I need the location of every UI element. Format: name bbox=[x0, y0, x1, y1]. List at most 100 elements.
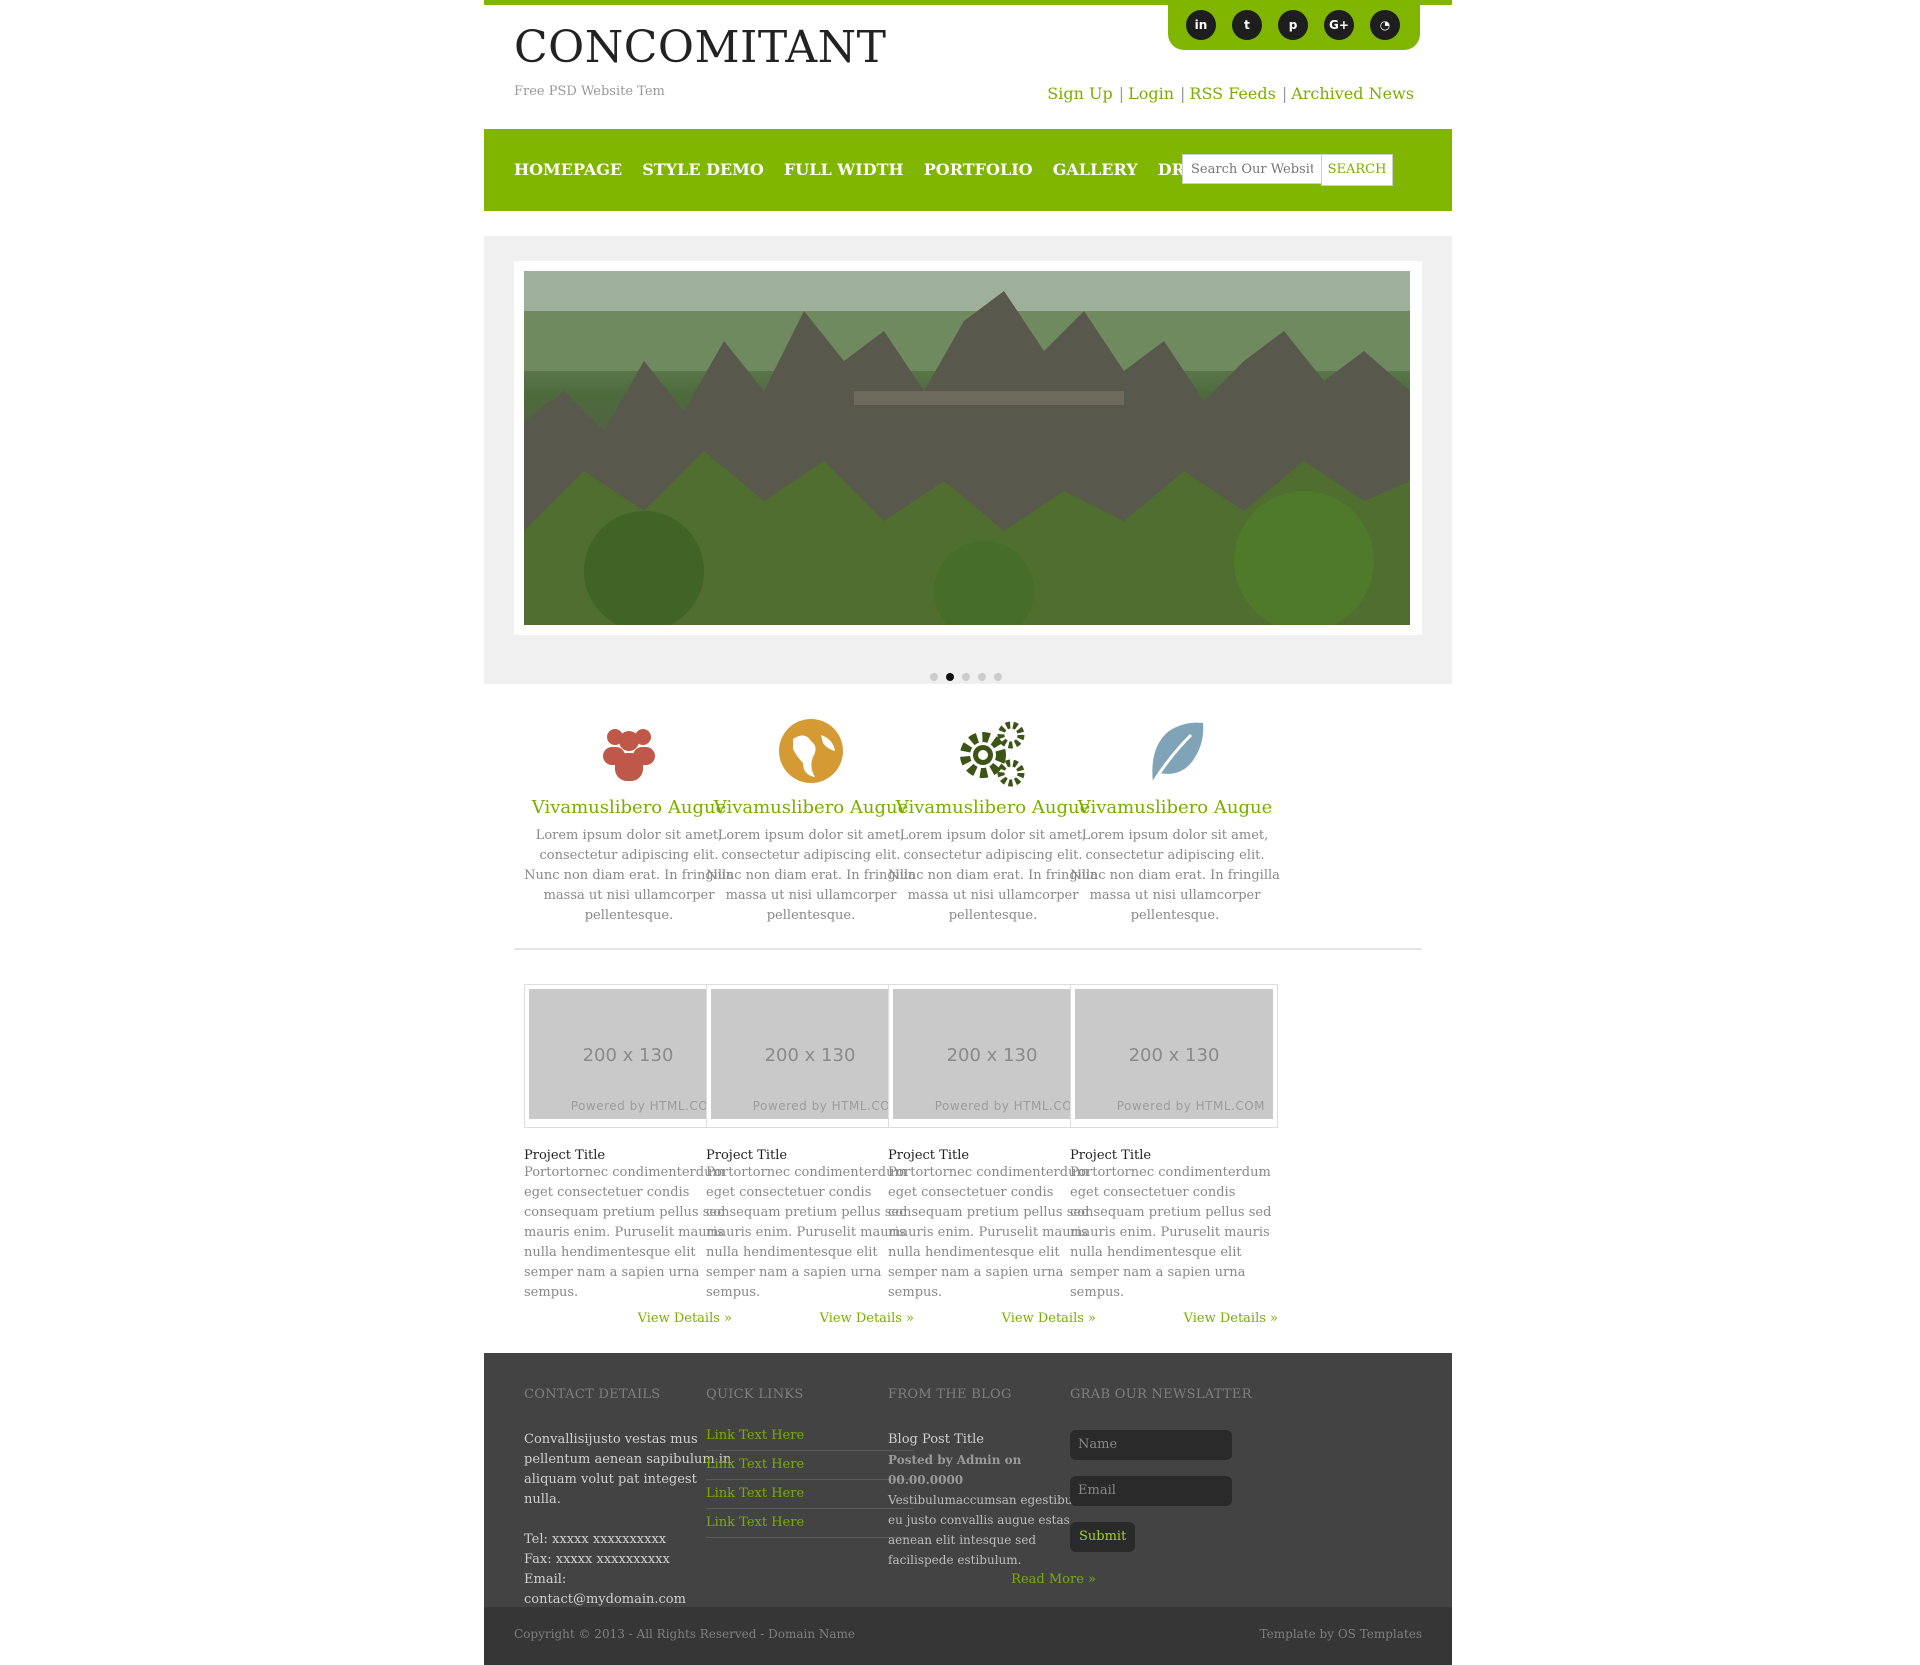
footer-heading: GRAB OUR NEWSLATTER bbox=[1070, 1387, 1252, 1402]
quick-link[interactable]: Link Text Here bbox=[706, 1422, 914, 1451]
feature-title: Vivamuslibero Augue bbox=[531, 797, 727, 818]
section-divider bbox=[514, 948, 1422, 950]
nav-item-gallery[interactable]: GALLERY bbox=[1053, 160, 1138, 179]
placeholder-credit: Powered by HTML.COM bbox=[934, 1099, 1083, 1113]
newsletter-name-input[interactable]: Name bbox=[1070, 1430, 1232, 1460]
placeholder-size: 200 x 130 bbox=[946, 1045, 1038, 1066]
feature-text: Lorem ipsum dolor sit amet, consectetur … bbox=[1070, 828, 1280, 923]
template-credit[interactable]: Template by OS Templates bbox=[1260, 1627, 1422, 1641]
placeholder-credit: Powered by HTML.COM bbox=[1116, 1099, 1265, 1113]
feature-item: Vivamuslibero Augue Lorem ipsum dolor si… bbox=[706, 717, 916, 926]
copyright-bar: Copyright © 2013 - All Rights Reserved -… bbox=[484, 1607, 1452, 1665]
slider-dot-active[interactable] bbox=[946, 673, 954, 681]
footer-quick-links: QUICK LINKS Link Text Here Link Text Her… bbox=[706, 1387, 914, 1538]
footer-heading: FROM THE BLOG bbox=[888, 1387, 1012, 1402]
twitter-icon[interactable]: t bbox=[1232, 10, 1262, 40]
slide-image bbox=[524, 271, 1410, 625]
slider-dot[interactable] bbox=[930, 673, 938, 681]
feature-text: Lorem ipsum dolor sit amet, consectetur … bbox=[706, 828, 916, 923]
linkedin-icon[interactable]: in bbox=[1186, 10, 1216, 40]
project-title: Project Title bbox=[706, 1148, 788, 1163]
project-text: Portortornec condimenterdum eget consect… bbox=[524, 1165, 726, 1300]
project-card: 200 x 130 Powered by HTML.COM Project Tit… bbox=[706, 984, 914, 1326]
placeholder-size: 200 x 130 bbox=[1128, 1045, 1220, 1066]
pinterest-icon[interactable]: p bbox=[1278, 10, 1308, 40]
nav-item-full-width[interactable]: FULL WIDTH bbox=[784, 160, 904, 179]
login-link[interactable]: Login bbox=[1128, 84, 1174, 103]
placeholder-credit: Powered by HTML.COM bbox=[752, 1099, 901, 1113]
project-card: 200 x 130 Powered by HTML.COM Project Tit… bbox=[888, 984, 1096, 1326]
quick-link[interactable]: Link Text Here bbox=[706, 1451, 914, 1480]
slider-dot[interactable] bbox=[962, 673, 970, 681]
contact-fax: Fax: xxxxx xxxxxxxxxx bbox=[524, 1552, 670, 1567]
footer-heading: QUICK LINKS bbox=[706, 1387, 804, 1402]
project-thumbnail[interactable]: 200 x 130 Powered by HTML.COM bbox=[706, 984, 914, 1128]
project-text: Portortornec condimenterdum eget consect… bbox=[888, 1165, 1090, 1300]
separator: | bbox=[1180, 84, 1186, 103]
image-slider bbox=[484, 236, 1452, 684]
project-text: Portortornec condimenterdum eget consect… bbox=[1070, 1165, 1272, 1300]
feature-title: Vivamuslibero Augue bbox=[895, 797, 1091, 818]
footer-heading: CONTACT DETAILS bbox=[524, 1387, 661, 1402]
rock-landscape-image bbox=[524, 271, 1410, 625]
nav-item-style-demo[interactable]: STYLE DEMO bbox=[642, 160, 764, 179]
read-more-link[interactable]: Read More » bbox=[888, 1570, 1096, 1590]
project-thumbnail[interactable]: 200 x 130 Powered by HTML.COM bbox=[888, 984, 1096, 1128]
signup-link[interactable]: Sign Up bbox=[1047, 84, 1112, 103]
footer-blog: FROM THE BLOG Blog Post Title Posted by … bbox=[888, 1387, 1096, 1590]
search-form: SEARCH bbox=[1182, 154, 1393, 186]
quick-link[interactable]: Link Text Here bbox=[706, 1480, 914, 1509]
quick-link[interactable]: Link Text Here bbox=[706, 1509, 914, 1538]
site-tagline: Free PSD Website Tem bbox=[514, 84, 665, 99]
archived-news-link[interactable]: Archived News bbox=[1291, 84, 1414, 103]
project-thumbnail[interactable]: 200 x 130 Powered by HTML.COM bbox=[1070, 984, 1278, 1128]
project-card: 200 x 130 Powered by HTML.COM Project Tit… bbox=[524, 984, 732, 1326]
rss-feeds-link[interactable]: RSS Feeds bbox=[1189, 84, 1275, 103]
feature-item: Vivamuslibero Augue Lorem ipsum dolor si… bbox=[888, 717, 1098, 926]
slide-frame bbox=[514, 261, 1422, 635]
blog-post-excerpt: Vestibulumaccumsan egestibulum eu justo … bbox=[888, 1493, 1096, 1567]
feature-title: Vivamuslibero Augue bbox=[713, 797, 909, 818]
footer-contact: CONTACT DETAILS Convallisijusto vestas m… bbox=[524, 1387, 732, 1610]
separator: | bbox=[1281, 84, 1288, 103]
search-button[interactable]: SEARCH bbox=[1321, 154, 1393, 186]
globe-icon bbox=[706, 717, 916, 789]
placeholder-size: 200 x 130 bbox=[582, 1045, 674, 1066]
feature-title: Vivamuslibero Augue bbox=[1077, 797, 1273, 818]
project-title: Project Title bbox=[1070, 1148, 1152, 1163]
view-details-link[interactable]: View Details » bbox=[1070, 1311, 1278, 1326]
search-input[interactable] bbox=[1182, 154, 1321, 184]
top-links: Sign Up | Login | RSS Feeds | Archived News bbox=[1047, 84, 1414, 103]
social-bar: in t p G+ ◔ bbox=[1168, 0, 1420, 50]
project-card: 200 x 130 Powered by HTML.COM Project Tit… bbox=[1070, 984, 1278, 1326]
google-plus-icon[interactable]: G+ bbox=[1324, 10, 1354, 40]
newsletter-email-input[interactable]: Email bbox=[1070, 1476, 1232, 1506]
footer: CONTACT DETAILS Convallisijusto vestas m… bbox=[484, 1353, 1452, 1607]
feature-text: Lorem ipsum dolor sit amet, consectetur … bbox=[524, 828, 734, 923]
users-icon bbox=[524, 717, 734, 789]
placeholder-credit: Powered by HTML.COM bbox=[570, 1099, 719, 1113]
view-details-link[interactable]: View Details » bbox=[524, 1311, 732, 1326]
slider-dot[interactable] bbox=[994, 673, 1002, 681]
contact-text: Convallisijusto vestas mus pellentum aen… bbox=[524, 1432, 732, 1507]
feature-text: Lorem ipsum dolor sit amet, consectetur … bbox=[888, 828, 1098, 923]
gears-icon bbox=[888, 717, 1098, 789]
copyright-text: Copyright © 2013 - All Rights Reserved -… bbox=[514, 1627, 856, 1641]
feature-item: Vivamuslibero Augue Lorem ipsum dolor si… bbox=[1070, 717, 1280, 926]
view-details-link[interactable]: View Details » bbox=[706, 1311, 914, 1326]
slider-dot[interactable] bbox=[978, 673, 986, 681]
project-title: Project Title bbox=[888, 1148, 970, 1163]
project-title: Project Title bbox=[524, 1148, 606, 1163]
blog-post-title[interactable]: Blog Post Title bbox=[888, 1430, 1096, 1450]
placeholder-size: 200 x 130 bbox=[764, 1045, 856, 1066]
view-details-link[interactable]: View Details » bbox=[888, 1311, 1096, 1326]
slider-dots bbox=[930, 666, 1010, 685]
blog-post-meta: Posted by Admin on 00.00.0000 bbox=[888, 1453, 1022, 1487]
nav-item-portfolio[interactable]: PORTFOLIO bbox=[924, 160, 1033, 179]
newsletter-submit-button[interactable]: Submit bbox=[1070, 1522, 1136, 1552]
project-thumbnail[interactable]: 200 x 130 Powered by HTML.COM bbox=[524, 984, 732, 1128]
site-logo[interactable]: CONCOMITANT bbox=[514, 22, 886, 73]
rss-icon[interactable]: ◔ bbox=[1370, 10, 1400, 40]
separator: | bbox=[1118, 84, 1125, 103]
nav-item-homepage[interactable]: HOMEPAGE bbox=[514, 160, 622, 179]
